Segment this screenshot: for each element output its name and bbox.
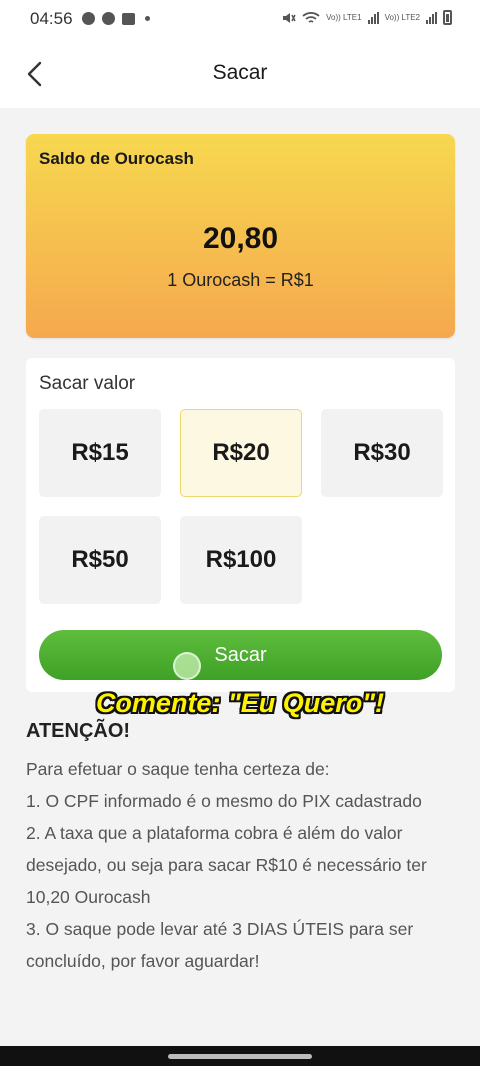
navigation-bar (0, 1046, 480, 1066)
amount-option-15[interactable]: R$15 (39, 409, 161, 497)
status-bar: 04:56 Vo)) LTE1 Vo)) LTE2 (0, 0, 480, 38)
balance-amount: 20,80 (202, 222, 279, 255)
messenger-icon (102, 12, 115, 25)
network-label-2: Vo)) LTE2 (384, 13, 420, 22)
withdraw-button[interactable]: Sacar (39, 630, 442, 680)
amount-option-20[interactable]: R$20 (180, 409, 302, 497)
network-label-1: Vo)) LTE1 (326, 13, 362, 22)
withdraw-label: Sacar valor (39, 373, 136, 394)
battery-icon (443, 10, 452, 25)
mute-icon (283, 12, 296, 23)
more-notifications-icon (145, 16, 150, 21)
gallery-icon (122, 12, 135, 25)
status-time: 04:56 (30, 9, 73, 28)
balance-label: Saldo de Ourocash (39, 149, 194, 168)
signal-1-icon (367, 11, 379, 24)
notice-line: 3. O saque pode levar até 3 DIAS ÚTEIS p… (26, 919, 414, 971)
notification-icons (82, 12, 150, 25)
signal-2-icon (426, 11, 437, 24)
touch-indicator (173, 652, 201, 680)
withdraw-panel: Sacar valor R$15 R$20 R$30 R$50 R$100 Sa… (26, 358, 455, 692)
wifi-icon (302, 11, 320, 23)
notice-text: Para efetuar o saque tenha certeza de: 1… (26, 753, 456, 977)
balance-card: Saldo de Ourocash 20,80 1 Ourocash = R$1 (26, 134, 455, 338)
notice-line: 1. O CPF informado é o mesmo do PIX cada… (26, 791, 422, 811)
notice-line: 2. A taxa que a plataforma cobra é além … (26, 823, 427, 907)
amount-option-100[interactable]: R$100 (180, 516, 302, 604)
amount-option-50[interactable]: R$50 (39, 516, 161, 604)
page-title: Sacar (212, 61, 268, 84)
amount-option-30[interactable]: R$30 (321, 409, 443, 497)
home-gesture-bar[interactable] (168, 1054, 312, 1059)
video-caption: Comente: "Eu Quero"! (95, 688, 385, 718)
app-header: Sacar (0, 38, 480, 108)
notice-line: Para efetuar o saque tenha certeza de: (26, 759, 330, 779)
exchange-rate: 1 Ourocash = R$1 (167, 270, 314, 290)
notice-title: ATENÇÃO! (26, 720, 131, 742)
app-notification-icon (82, 12, 95, 25)
system-icons: Vo)) LTE1 Vo)) LTE2 (282, 10, 452, 25)
